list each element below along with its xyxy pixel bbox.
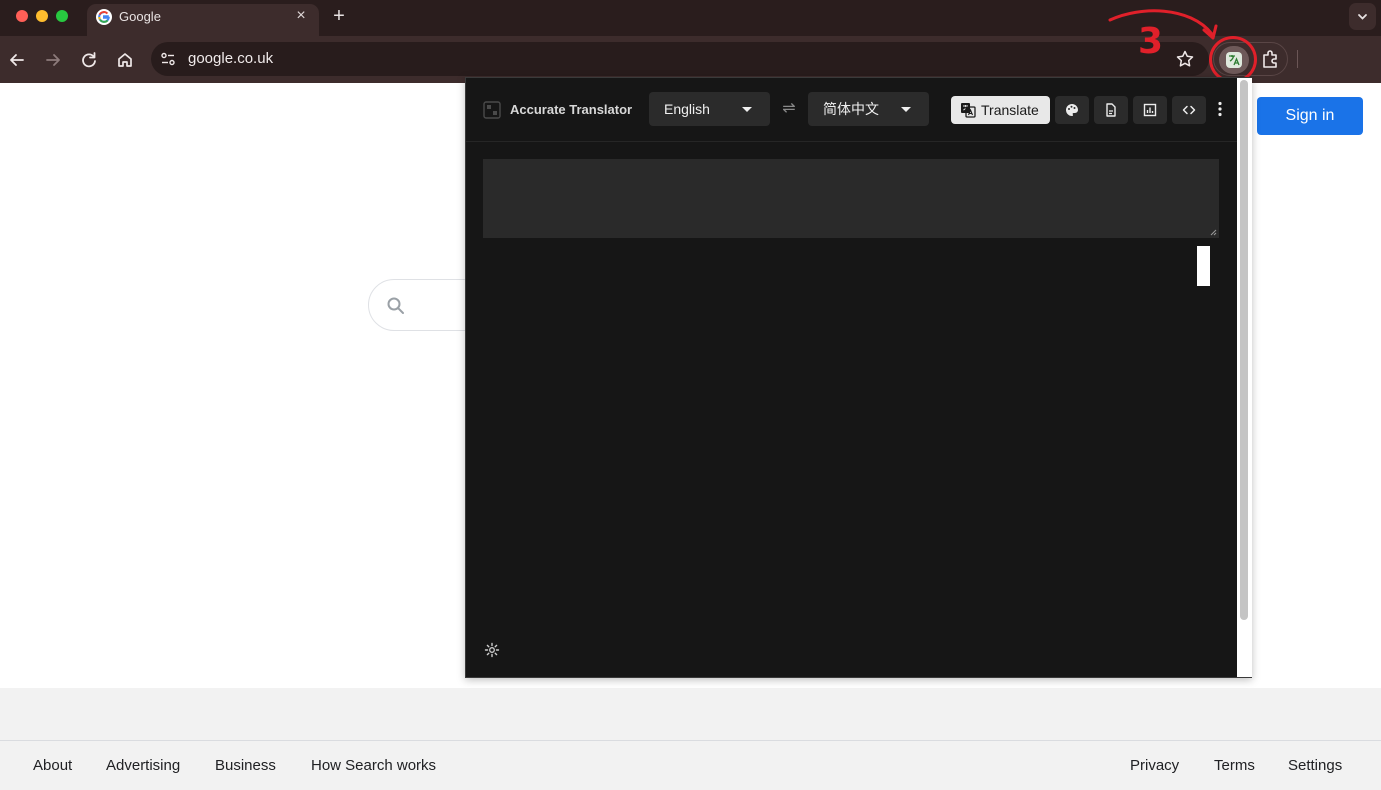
- document-icon: [1106, 103, 1116, 117]
- forward-icon: [46, 54, 60, 66]
- code-button[interactable]: [1172, 96, 1206, 124]
- footer-link-how-search-works[interactable]: How Search works: [311, 757, 436, 774]
- source-text-input[interactable]: [483, 159, 1219, 238]
- forward-button[interactable]: [42, 49, 64, 71]
- output-cursor-block: [1197, 246, 1210, 286]
- chart-icon: [1143, 103, 1157, 117]
- home-button[interactable]: [114, 49, 136, 71]
- footer-link-about[interactable]: About: [33, 757, 72, 774]
- chevron-down-icon: [1358, 14, 1367, 20]
- app-logo-icon: [483, 101, 501, 119]
- footer-link-settings[interactable]: Settings: [1288, 757, 1342, 774]
- url-text[interactable]: google.co.uk: [188, 50, 273, 67]
- popup-scrollbar[interactable]: [1237, 78, 1252, 677]
- footer-country-bar: [0, 688, 1381, 741]
- palette-icon: [1066, 104, 1078, 116]
- caret-down-icon: [901, 107, 911, 112]
- caret-down-icon: [742, 107, 752, 112]
- bookmark-star-icon[interactable]: [1175, 49, 1195, 69]
- tab-close-button[interactable]: ×: [291, 6, 311, 26]
- app-name: Accurate Translator: [510, 102, 633, 117]
- minimize-window-button[interactable]: [36, 10, 48, 22]
- tab-title: Google: [119, 9, 161, 24]
- fullscreen-window-button[interactable]: [56, 10, 68, 22]
- footer-link-terms[interactable]: Terms: [1214, 757, 1255, 774]
- popup-header: Accurate Translator English ⇌ 简体中文 Trans…: [466, 78, 1237, 142]
- target-language-select[interactable]: 简体中文: [808, 92, 929, 126]
- home-icon: [118, 53, 132, 67]
- source-language-value: English: [664, 101, 710, 117]
- document-button[interactable]: [1094, 96, 1128, 124]
- resize-grip-icon[interactable]: [1210, 229, 1217, 236]
- theme-button[interactable]: [1055, 96, 1089, 124]
- swap-languages-button[interactable]: ⇌: [779, 99, 799, 119]
- tab-google[interactable]: Google ×: [87, 4, 319, 36]
- footer: About Advertising Business How Search wo…: [0, 741, 1381, 790]
- footer-link-privacy[interactable]: Privacy: [1130, 757, 1179, 774]
- code-icon: [1182, 105, 1196, 115]
- sign-in-button[interactable]: Sign in: [1257, 97, 1363, 135]
- footer-link-advertising[interactable]: Advertising: [106, 757, 180, 774]
- back-icon: [10, 54, 24, 66]
- reload-button[interactable]: [78, 49, 100, 71]
- site-info-icon[interactable]: [160, 51, 176, 67]
- annotation-circle: [1209, 36, 1257, 83]
- address-bar[interactable]: google.co.uk: [151, 42, 1209, 76]
- footer-link-business[interactable]: Business: [215, 757, 276, 774]
- new-tab-button[interactable]: +: [328, 5, 350, 27]
- target-language-value: 简体中文: [823, 101, 879, 117]
- source-language-select[interactable]: English: [649, 92, 770, 126]
- back-button[interactable]: [6, 49, 28, 71]
- tab-search-button[interactable]: [1349, 3, 1376, 30]
- reload-icon: [82, 52, 96, 68]
- translate-button[interactable]: Translate: [951, 96, 1050, 124]
- scrollbar-thumb[interactable]: [1240, 80, 1248, 620]
- statistics-button[interactable]: [1133, 96, 1167, 124]
- settings-icon[interactable]: [484, 642, 500, 658]
- translate-label: Translate: [981, 102, 1039, 118]
- toolbar-separator: [1297, 50, 1298, 68]
- more-vert-icon: [1218, 101, 1222, 117]
- translator-popup: Accurate Translator English ⇌ 简体中文 Trans…: [465, 77, 1252, 678]
- translate-icon: [961, 103, 976, 118]
- search-icon: [387, 297, 404, 314]
- extensions-puzzle-icon[interactable]: [1260, 48, 1282, 70]
- close-window-button[interactable]: [16, 10, 28, 22]
- annotation-step-number: 3: [1138, 21, 1164, 62]
- more-options-button[interactable]: [1212, 98, 1228, 120]
- google-favicon-icon: [96, 9, 112, 25]
